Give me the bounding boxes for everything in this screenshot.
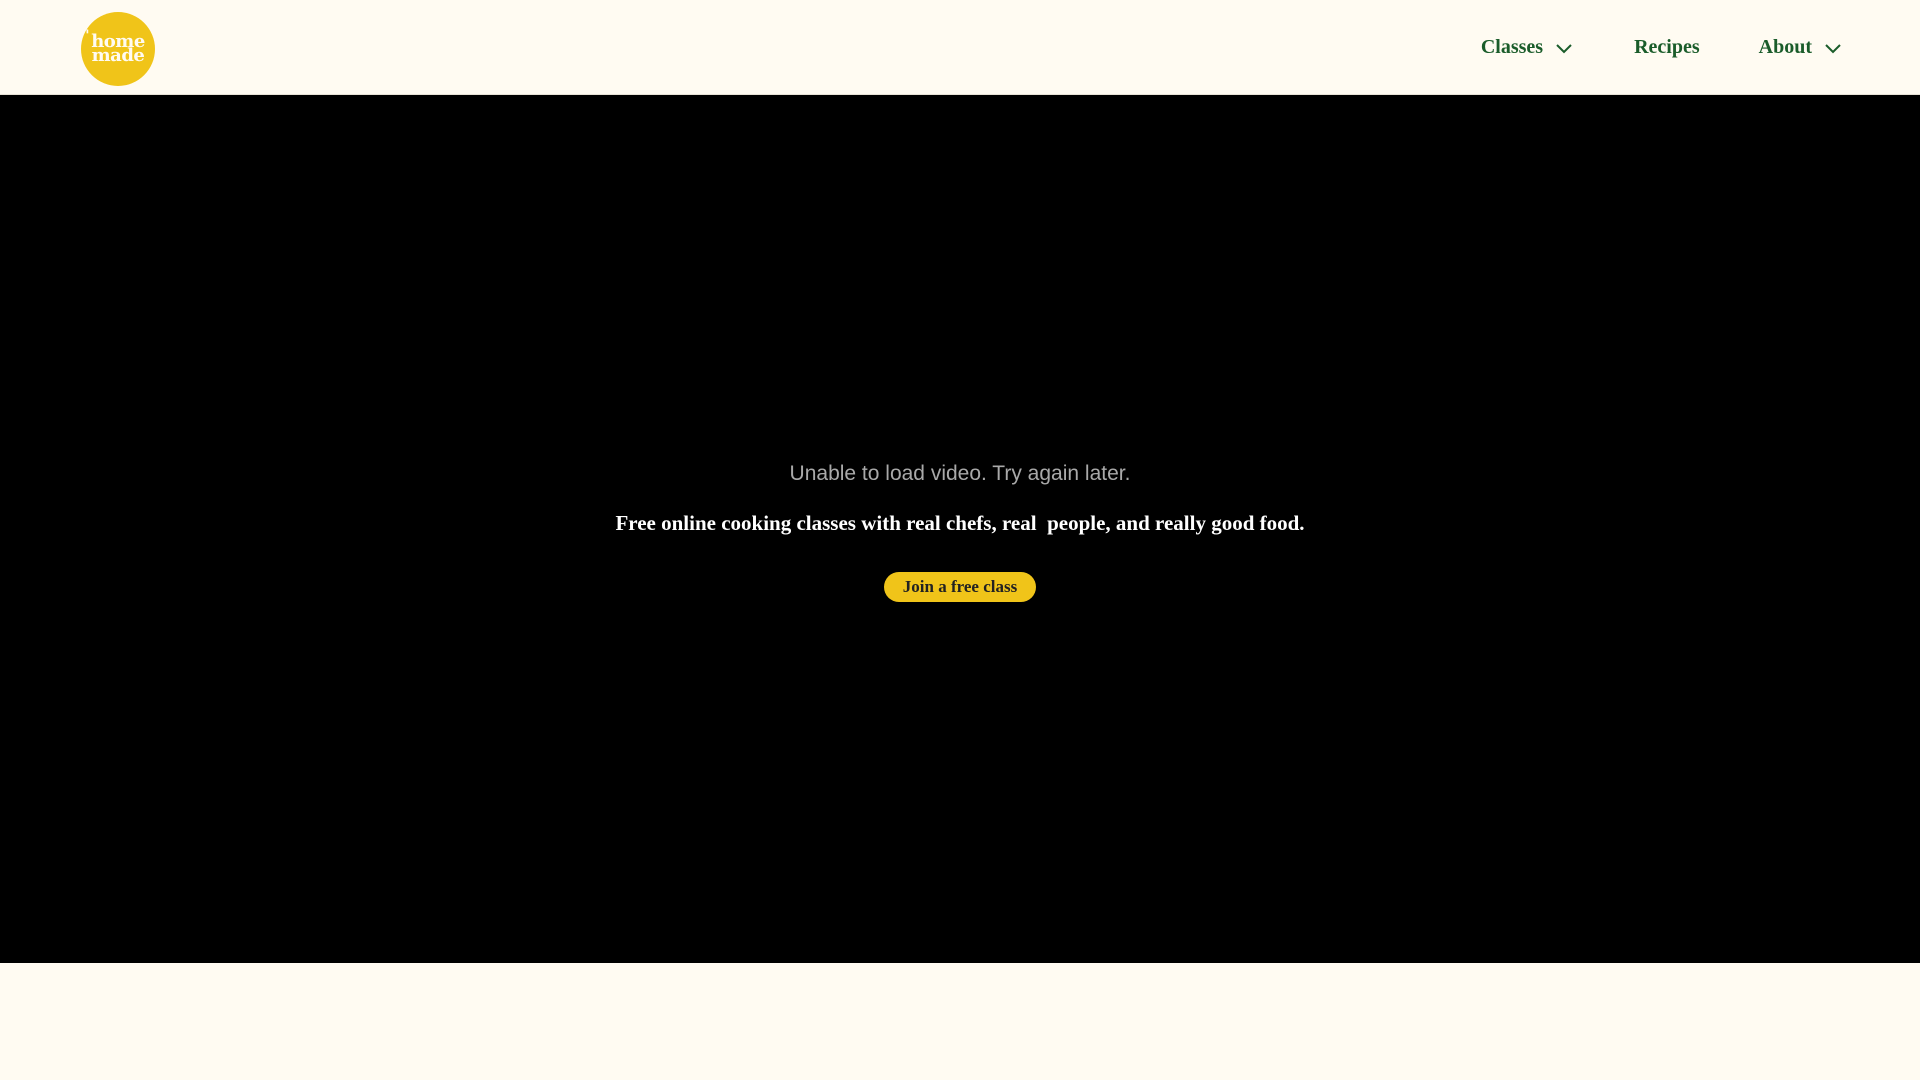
join-free-class-button[interactable]: Join a free class (883, 572, 1037, 602)
nav-recipes[interactable]: Recipes (1634, 24, 1700, 72)
hero-video: Unable to load video. Try again later. F… (0, 95, 1920, 963)
hero-content: Unable to load video. Try again later. F… (0, 460, 1920, 602)
nav-recipes-label: Recipes (1634, 36, 1700, 58)
nav-classes-label: Classes (1480, 36, 1544, 58)
homemade-logo[interactable]: home made (81, 12, 155, 86)
main-nav: Classes Recipes About (1481, 0, 1844, 95)
site-header: home made Classes Recipes About (0, 0, 1920, 95)
nav-about-label: About (1758, 36, 1812, 58)
page-content-area (0, 963, 1920, 1080)
nav-classes[interactable]: Classes (1481, 24, 1575, 72)
chevron-down-icon (1556, 43, 1572, 53)
nav-about[interactable]: About (1759, 24, 1844, 72)
logo-line-2: made (91, 45, 145, 66)
video-error-message: Unable to load video. Try again later. (789, 462, 1131, 485)
chevron-down-icon (1825, 43, 1841, 53)
hero-tagline: Free online cooking classes with real ch… (615, 511, 1305, 535)
